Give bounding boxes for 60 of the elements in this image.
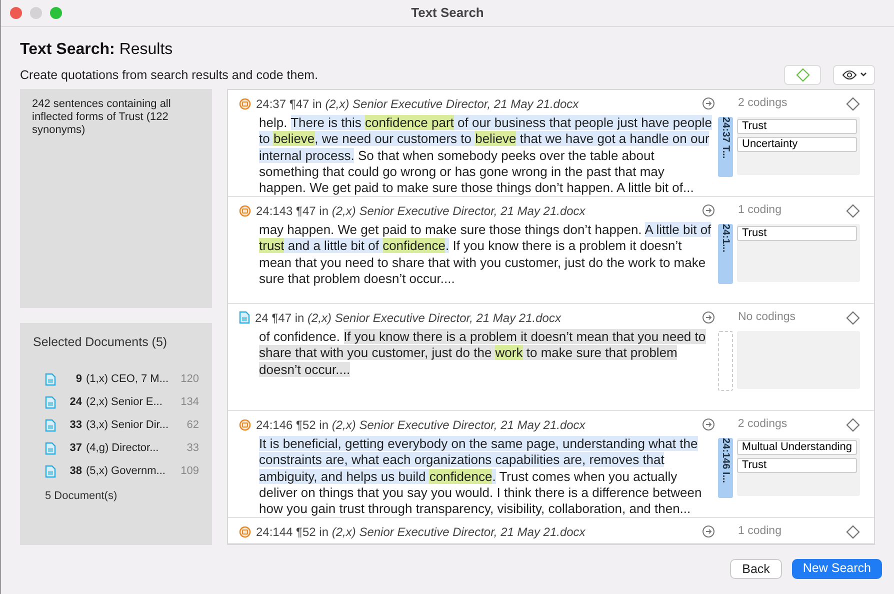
code-tag[interactable]: Trust bbox=[737, 118, 857, 134]
document-item[interactable]: 9 (1,x) CEO, 7 M... 120 bbox=[45, 372, 199, 388]
document-icon bbox=[45, 442, 56, 455]
go-to-icon[interactable] bbox=[702, 311, 715, 324]
code-icon[interactable] bbox=[846, 418, 860, 432]
go-to-icon[interactable] bbox=[702, 525, 715, 538]
code-icon[interactable] bbox=[846, 96, 860, 111]
code-icon[interactable] bbox=[846, 204, 860, 218]
quotation-tab[interactable]: 24:146 I... bbox=[718, 438, 733, 498]
go-to-icon[interactable] bbox=[702, 97, 715, 110]
quotation-icon bbox=[239, 418, 251, 431]
code-tag[interactable]: Trust bbox=[737, 226, 857, 241]
document-item[interactable]: 37 (4,g) Director... 33 bbox=[45, 440, 199, 456]
chevron-icon bbox=[860, 72, 866, 78]
result-text: may happen. We get paid to make sure those things don’t happen. A little bit of trust and a little bit of confidence. If you know there is a problem it doesn’t mean that you need to share that with you customer, just do the work to make sure that problem doesn’t occur.... bbox=[258, 222, 712, 288]
document-icon bbox=[45, 465, 56, 478]
result-header: 24:146 ¶52 in (2,x) Senior Executive Director, 21 May 21.docx bbox=[256, 416, 586, 434]
eye-icon bbox=[842, 70, 856, 80]
view-button[interactable] bbox=[833, 64, 875, 85]
result-header: 24 ¶47 in (2,x) Senior Executive Director, 21 May 21.docx bbox=[255, 310, 561, 327]
quotation-tab[interactable]: 24:37 T... bbox=[718, 116, 733, 177]
documents-count: 5 Document(s) bbox=[44, 488, 118, 504]
window-title: Text Search bbox=[411, 4, 484, 22]
result-header: 24:144 ¶52 in (2,x) Senior Executive Director, 21 May 21.docx bbox=[256, 524, 586, 541]
new-search-button[interactable]: New Search bbox=[792, 558, 882, 579]
documents-title: Selected Documents (5) bbox=[33, 334, 168, 351]
code-icon[interactable] bbox=[846, 310, 860, 325]
page-title: Text Search: Results bbox=[20, 40, 174, 60]
document-icon bbox=[45, 373, 56, 386]
go-to-icon[interactable] bbox=[702, 204, 715, 218]
result-text: of confidence. If you know there is a problem it doesn’t mean that you need to share that with you customer, just do the work to make sure that problem doesn’t occur.... bbox=[258, 328, 707, 378]
document-item[interactable]: 38 (5,x) Governm... 109 bbox=[45, 464, 199, 480]
codings-count: 1 coding bbox=[738, 203, 782, 218]
summary-text: 242 sentences containing all inflected forms of Trust (122 synonyms) bbox=[32, 98, 172, 137]
result-header: 24:37 ¶47 in (2,x) Senior Executive Director, 21 May 21.docx bbox=[256, 96, 579, 113]
go-to-icon[interactable] bbox=[702, 418, 715, 432]
back-button[interactable]: Back bbox=[730, 558, 782, 579]
quotation-icon bbox=[239, 526, 251, 538]
close-button[interactable] bbox=[10, 7, 22, 19]
diamond-icon[interactable] bbox=[796, 68, 810, 82]
code-icon[interactable] bbox=[846, 524, 860, 539]
document-item[interactable]: 24 (2,x) Senior E... 134 bbox=[45, 394, 199, 410]
codings-count: 2 codings bbox=[738, 96, 788, 112]
result-text: It is beneficial, getting everybody on the same page, understanding what the constraints are, what each organizations capabilities are, removes that ambiguity, and helps us build confidence. Trust comes when you actually deliver on things that you say you would. I think there is a difference between how you gain trust through transparency, visibility, collaboration, and then... bbox=[258, 436, 703, 518]
document-item[interactable]: 33 (3,x) Senior Dir... 62 bbox=[45, 418, 199, 434]
quotation-tab[interactable]: 24:1... bbox=[718, 224, 733, 284]
code-tag[interactable]: Multual Understanding bbox=[736, 440, 857, 455]
quotation-icon bbox=[239, 98, 251, 110]
document-icon bbox=[45, 419, 56, 432]
codings-count: 2 codings bbox=[738, 417, 788, 432]
result-header: 24:143 ¶47 in (2,x) Senior Executive Director, 21 May 21.docx bbox=[256, 202, 586, 220]
quotation-icon bbox=[239, 204, 251, 217]
document-icon bbox=[45, 396, 56, 409]
code-tag[interactable]: Uncertainty bbox=[737, 136, 857, 152]
document-icon bbox=[239, 311, 250, 324]
page-subtitle: Create quotations from search results and code them. bbox=[20, 67, 318, 84]
codings-count: No codings bbox=[738, 310, 796, 326]
codings-count: 1 coding bbox=[738, 524, 782, 540]
code-tag[interactable]: Trust bbox=[736, 458, 857, 473]
result-text: help. There is this confidence part of our business that people just have people to believe, we need our customers to believe that we have got a handle on our internal process. So that when somebody peeks over the table about something that could go wrong or has gone wrong in the past that may happen. We get paid to make sure those things don’t happen. A little bit of... bbox=[258, 114, 713, 197]
